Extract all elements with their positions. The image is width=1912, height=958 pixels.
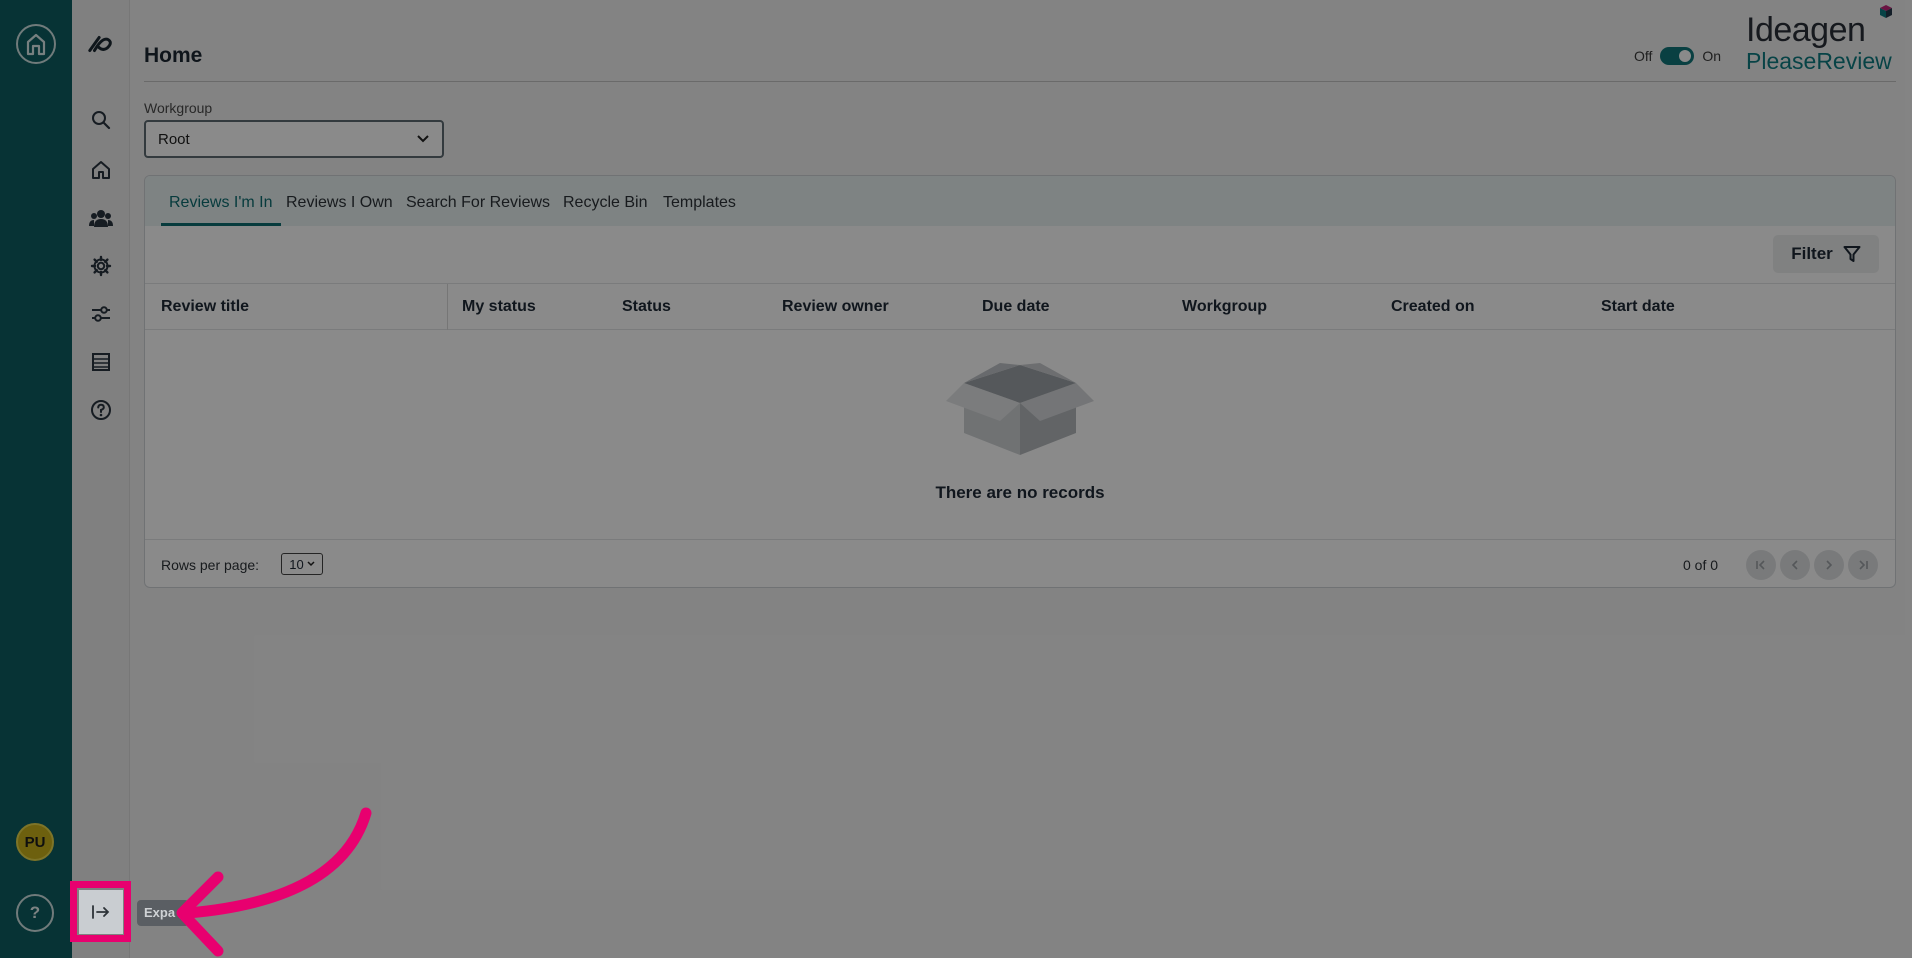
header-divider	[144, 81, 1896, 82]
view-toggle[interactable]: Off On	[1634, 47, 1721, 65]
tab-recycle-bin[interactable]: Recycle Bin	[563, 194, 647, 226]
avatar[interactable]: PU	[16, 823, 54, 861]
page-title: Home	[144, 44, 203, 67]
tab-search-for-reviews[interactable]: Search For Reviews	[406, 194, 550, 226]
logo-cube-icon	[1880, 5, 1892, 18]
list-icon[interactable]	[87, 348, 115, 376]
col-status[interactable]: Status	[622, 298, 671, 316]
workgroup-label: Workgroup	[144, 100, 213, 116]
rows-per-page-select[interactable]: 10	[281, 553, 323, 575]
column-resize-handle[interactable]	[447, 284, 448, 330]
col-review-title[interactable]: Review title	[161, 298, 249, 316]
chevron-left-icon	[1791, 560, 1798, 570]
toggle-switch[interactable]	[1660, 47, 1695, 65]
next-page-button[interactable]	[1814, 550, 1844, 580]
gear-icon[interactable]	[87, 252, 115, 280]
filter-icon	[1843, 246, 1861, 262]
app-logo-icon[interactable]	[87, 30, 115, 58]
empty-message: There are no records	[935, 483, 1105, 502]
app-rail: PU ?	[0, 0, 72, 958]
last-page-icon	[1859, 560, 1868, 570]
rows-per-page-label: Rows per page:	[161, 557, 260, 573]
table-header: Review title My status Status Review own…	[145, 283, 1895, 330]
chevron-right-icon	[1826, 560, 1833, 570]
toggle-on-label: On	[1702, 48, 1722, 64]
logo-pleasereview: PleaseReview	[1746, 48, 1892, 74]
search-icon[interactable]	[87, 106, 115, 134]
toggle-off-label: Off	[1634, 48, 1653, 64]
last-page-button[interactable]	[1848, 550, 1878, 580]
chevron-down-icon	[417, 135, 429, 143]
page-count: 0 of 0	[1683, 557, 1719, 573]
empty-box-icon	[946, 363, 1094, 455]
sliders-icon[interactable]	[87, 300, 115, 328]
pointer-arrow-icon	[176, 807, 372, 957]
rows-per-page-value: 10	[289, 556, 304, 572]
chevron-down-icon	[307, 561, 315, 567]
col-due-date[interactable]: Due date	[982, 298, 1050, 316]
help-button[interactable]: ?	[16, 894, 54, 932]
first-page-icon	[1756, 560, 1765, 570]
highlight-frame	[70, 881, 131, 942]
brand-logo: Ideagen PleaseReview	[1746, 5, 1896, 82]
filter-button[interactable]: Filter	[1773, 235, 1879, 273]
tab-reviews-i-own[interactable]: Reviews I Own	[286, 194, 393, 226]
logo-ideagen: Ideagen	[1746, 11, 1866, 49]
col-review-owner[interactable]: Review owner	[782, 298, 889, 316]
col-workgroup[interactable]: Workgroup	[1182, 298, 1267, 316]
home-icon[interactable]	[16, 24, 56, 64]
tabs-bar: Reviews I'm In Reviews I Own Search For …	[145, 176, 1895, 226]
col-my-status[interactable]: My status	[462, 298, 536, 316]
workgroup-select[interactable]: Root	[144, 120, 444, 158]
table-footer: Rows per page: 10 0 of 0	[145, 539, 1895, 587]
main-content: Home Off On Ideagen PleaseReview Workgro…	[144, 0, 1896, 958]
col-created-on[interactable]: Created on	[1391, 298, 1475, 316]
filter-label: Filter	[1791, 244, 1833, 263]
first-page-button[interactable]	[1746, 550, 1776, 580]
tab-reviews-im-in[interactable]: Reviews I'm In	[161, 194, 281, 226]
app-nav	[72, 0, 130, 958]
prev-page-button[interactable]	[1780, 550, 1810, 580]
reviews-panel: Reviews I'm In Reviews I Own Search For …	[144, 175, 1896, 588]
help-circle-icon[interactable]	[87, 396, 115, 424]
tab-templates[interactable]: Templates	[663, 194, 736, 226]
col-start-date[interactable]: Start date	[1601, 298, 1675, 316]
workgroup-value: Root	[158, 130, 190, 148]
home-nav-icon[interactable]	[87, 156, 115, 184]
users-icon[interactable]	[87, 204, 115, 232]
